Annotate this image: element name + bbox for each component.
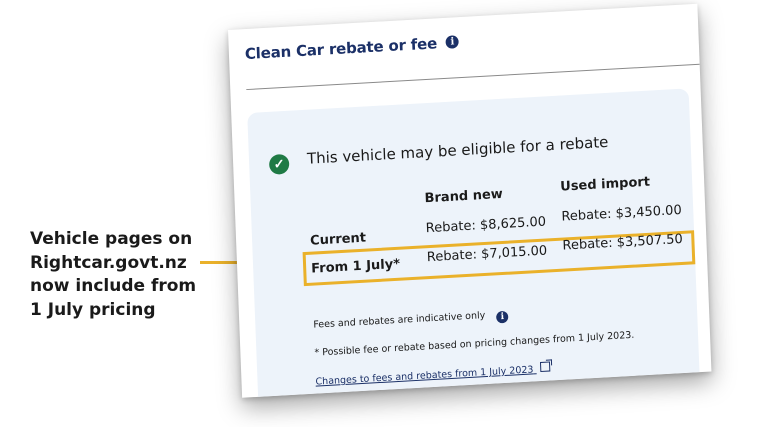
rebate-card: ✓ This vehicle may be eligible for a reb… — [247, 88, 700, 397]
external-link-icon — [540, 361, 551, 373]
changes-link[interactable]: Changes to fees and rebates from 1 July … — [315, 361, 551, 388]
callout-text: Vehicle pages on Rightcar.govt.nz now in… — [30, 228, 196, 322]
indicative-note-text: Fees and rebates are indicative only — [313, 310, 486, 331]
row-label-current: Current — [309, 230, 367, 249]
check-circle-icon: ✓ — [268, 153, 290, 175]
changes-link-text[interactable]: Changes to fees and rebates from 1 July … — [315, 364, 533, 387]
info-icon[interactable]: i — [496, 310, 509, 324]
callout-line: 1 July pricing — [30, 299, 156, 320]
column-header-used-import: Used import — [559, 174, 651, 195]
callout-line: now include from — [30, 276, 197, 296]
cell-current-brand-new: Rebate: $8,625.00 — [425, 214, 547, 237]
footnote: * Possible fee or rebate based on pricin… — [314, 329, 635, 359]
column-header-brand-new: Brand new — [424, 186, 504, 207]
vehicle-page-screenshot: Clean Car rebate or fee i ✓ This vehicle… — [228, 3, 712, 398]
cell-current-used-import: Rebate: $3,450.00 — [561, 202, 682, 225]
eligibility-text: This vehicle may be eligible for a rebat… — [306, 132, 609, 168]
callout-line: Rightcar.govt.nz — [30, 252, 187, 273]
section-title: Clean Car rebate or fee — [244, 34, 438, 64]
callout-line: Vehicle pages on — [30, 229, 193, 249]
indicative-note: Fees and rebates are indicative only i — [313, 309, 509, 334]
info-icon[interactable]: i — [445, 35, 460, 49]
section-header: Clean Car rebate or fee i — [244, 19, 700, 91]
